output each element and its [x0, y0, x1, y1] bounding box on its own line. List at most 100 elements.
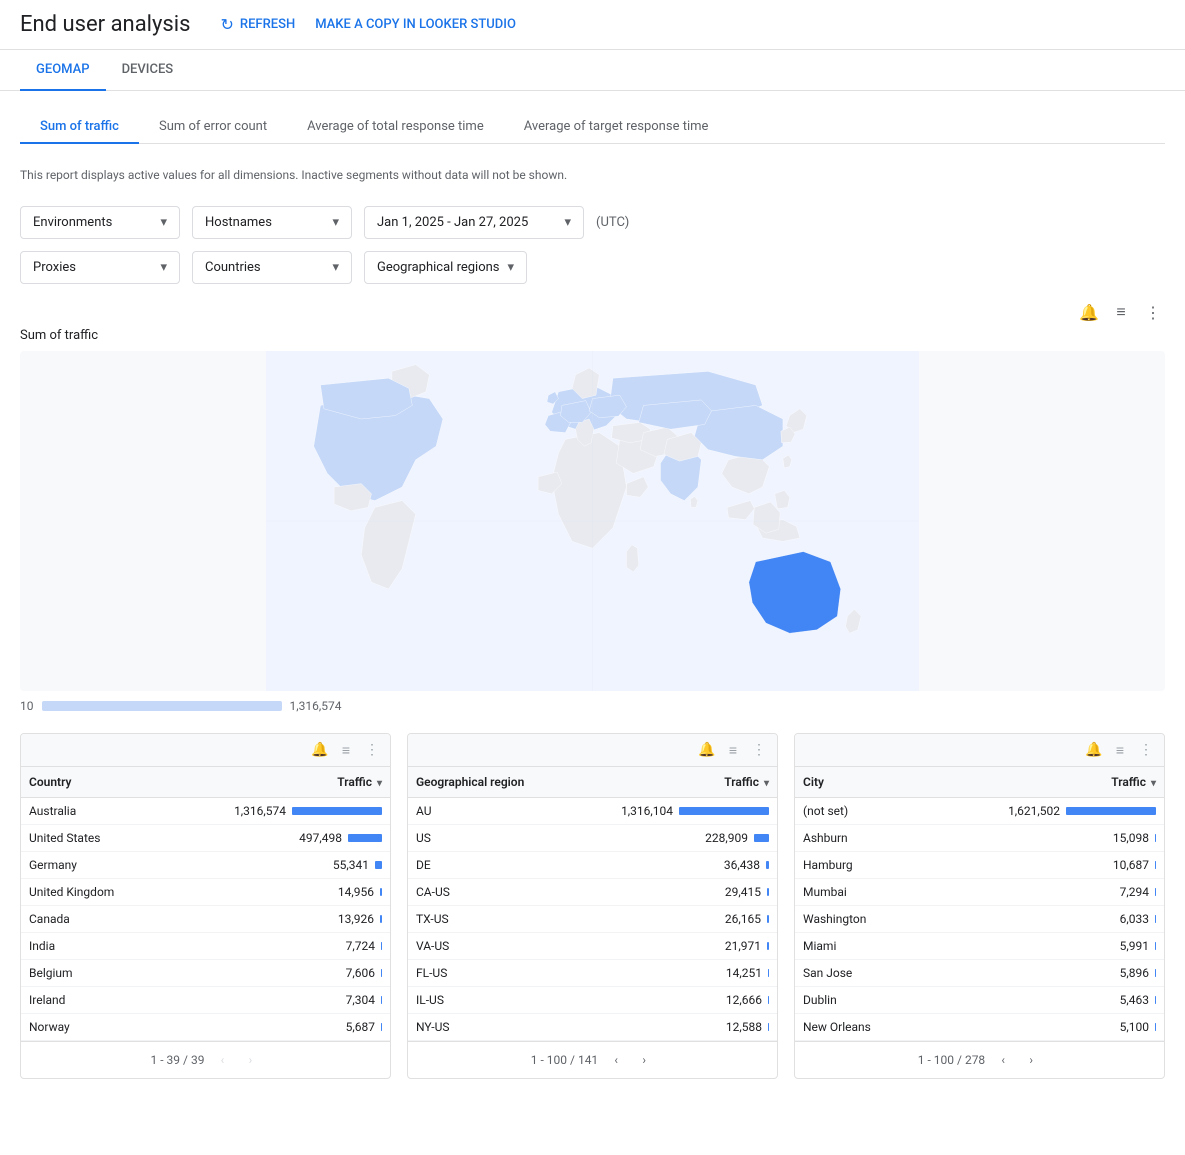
city-table-filter-icon[interactable]: ≡: [1110, 740, 1130, 760]
traffic-bar: [767, 915, 769, 923]
table-row: Germany 55,341: [21, 852, 390, 879]
geo-col-header: Geographical region: [408, 767, 565, 798]
geo-traffic-cell: 14,251: [565, 960, 777, 987]
refresh-button[interactable]: ↻ REFRESH: [220, 15, 295, 34]
tab-geomap[interactable]: GEOMAP: [20, 50, 106, 91]
geo-region-cell: TX-US: [408, 906, 565, 933]
filter-row-2: Proxies ▾ Countries ▾ Geographical regio…: [20, 251, 1165, 284]
date-range-filter[interactable]: Jan 1, 2025 - Jan 27, 2025 ▾: [364, 206, 584, 239]
subtab-total-response[interactable]: Average of total response time: [287, 111, 504, 144]
city-next-button[interactable]: ›: [1021, 1050, 1041, 1070]
table-row: DE 36,438: [408, 852, 777, 879]
map-lock-icon[interactable]: 🔔: [1077, 300, 1101, 324]
traffic-bar: [380, 888, 382, 896]
map-more-icon[interactable]: ⋮: [1141, 300, 1165, 324]
table-row: Miami 5,991: [795, 933, 1164, 960]
traffic-cell: 1,316,574: [160, 798, 390, 825]
city-traffic-cell: 7,294: [918, 879, 1164, 906]
sub-tabs: Sum of traffic Sum of error count Averag…: [20, 111, 1165, 144]
table-row: United States 497,498: [21, 825, 390, 852]
geo-table-toolbar: 🔔 ≡ ⋮: [408, 734, 777, 767]
table-row: New Orleans 5,100: [795, 1014, 1164, 1041]
table-row: United Kingdom 14,956: [21, 879, 390, 906]
city-table-container: 🔔 ≡ ⋮ City Traffic ▾ (not set) 1,621,502: [794, 733, 1165, 1079]
geo-regions-filter[interactable]: Geographical regions ▾: [364, 251, 527, 284]
city-prev-button[interactable]: ‹: [993, 1050, 1013, 1070]
copy-button[interactable]: MAKE A COPY IN LOOKER STUDIO: [315, 17, 516, 32]
city-cell: New Orleans: [795, 1014, 918, 1041]
city-cell: Mumbai: [795, 879, 918, 906]
traffic-bar: [1155, 888, 1156, 896]
info-text: This report displays active values for a…: [20, 160, 1165, 190]
subtab-traffic[interactable]: Sum of traffic: [20, 111, 139, 144]
geo-region-cell: DE: [408, 852, 565, 879]
map-toolbar: 🔔 ≡ ⋮: [20, 300, 1165, 324]
main-tabs: GEOMAP DEVICES: [0, 50, 1185, 91]
traffic-bar: [381, 942, 382, 950]
countries-label: Countries: [205, 260, 261, 275]
traffic-bar: [1155, 915, 1156, 923]
country-cell: United Kingdom: [21, 879, 160, 906]
geo-prev-button[interactable]: ‹: [606, 1050, 626, 1070]
subtab-target-response[interactable]: Average of target response time: [504, 111, 729, 144]
traffic-bar: [381, 969, 382, 977]
map-title: Sum of traffic: [20, 328, 1165, 343]
proxies-filter[interactable]: Proxies ▾: [20, 251, 180, 284]
city-pagination-text: 1 - 100 / 278: [918, 1053, 985, 1067]
geo-traffic-cell: 21,971: [565, 933, 777, 960]
geo-table-container: 🔔 ≡ ⋮ Geographical region Traffic ▾ AU 1…: [407, 733, 778, 1079]
geo-traffic-cell: 1,316,104: [565, 798, 777, 825]
geo-traffic-col-header[interactable]: Traffic ▾: [565, 767, 777, 798]
geo-region-cell: VA-US: [408, 933, 565, 960]
geo-table-bell-icon[interactable]: 🔔: [697, 740, 717, 760]
environments-label: Environments: [33, 215, 112, 230]
city-table-bell-icon[interactable]: 🔔: [1084, 740, 1104, 760]
countries-filter[interactable]: Countries ▾: [192, 251, 352, 284]
table-row: Washington 6,033: [795, 906, 1164, 933]
table-row: Dublin 5,463: [795, 987, 1164, 1014]
city-traffic-cell: 5,991: [918, 933, 1164, 960]
country-table-filter-icon[interactable]: ≡: [336, 740, 356, 760]
country-pagination-text: 1 - 39 / 39: [151, 1053, 205, 1067]
country-cell: Australia: [21, 798, 160, 825]
table-row: CA-US 29,415: [408, 879, 777, 906]
environments-arrow: ▾: [160, 215, 167, 230]
scale-bar: [42, 701, 282, 711]
geo-table-filter-icon[interactable]: ≡: [723, 740, 743, 760]
map-filter-icon[interactable]: ≡: [1109, 300, 1133, 324]
geo-table-more-icon[interactable]: ⋮: [749, 740, 769, 760]
country-table-more-icon[interactable]: ⋮: [362, 740, 382, 760]
traffic-bar: [768, 969, 769, 977]
country-cell: Germany: [21, 852, 160, 879]
country-prev-button[interactable]: ‹: [212, 1050, 232, 1070]
city-table-more-icon[interactable]: ⋮: [1136, 740, 1156, 760]
table-row: India 7,724: [21, 933, 390, 960]
countries-arrow: ▾: [332, 260, 339, 275]
table-row: IL-US 12,666: [408, 987, 777, 1014]
geo-next-button[interactable]: ›: [634, 1050, 654, 1070]
geo-pagination-text: 1 - 100 / 141: [531, 1053, 598, 1067]
subtab-error[interactable]: Sum of error count: [139, 111, 287, 144]
table-row: Canada 13,926: [21, 906, 390, 933]
environments-filter[interactable]: Environments ▾: [20, 206, 180, 239]
city-traffic-cell: 6,033: [918, 906, 1164, 933]
world-map-container[interactable]: [20, 351, 1165, 691]
country-table-bell-icon[interactable]: 🔔: [310, 740, 330, 760]
geo-region-cell: CA-US: [408, 879, 565, 906]
traffic-bar: [1155, 861, 1156, 869]
country-col-header: Country: [21, 767, 160, 798]
table-row: TX-US 26,165: [408, 906, 777, 933]
traffic-col-header[interactable]: Traffic ▾: [160, 767, 390, 798]
country-cell: Belgium: [21, 960, 160, 987]
traffic-bar: [768, 1023, 769, 1031]
hostnames-filter[interactable]: Hostnames ▾: [192, 206, 352, 239]
tab-devices[interactable]: DEVICES: [106, 50, 190, 91]
country-next-button[interactable]: ›: [240, 1050, 260, 1070]
city-table: City Traffic ▾ (not set) 1,621,502 Ashbu…: [795, 767, 1164, 1041]
city-traffic-col-header[interactable]: Traffic ▾: [918, 767, 1164, 798]
geo-pagination: 1 - 100 / 141 ‹ ›: [408, 1041, 777, 1078]
world-map-svg: [20, 351, 1165, 691]
geo-region-cell: AU: [408, 798, 565, 825]
geo-traffic-cell: 228,909: [565, 825, 777, 852]
scale-max: 1,316,574: [290, 699, 342, 713]
